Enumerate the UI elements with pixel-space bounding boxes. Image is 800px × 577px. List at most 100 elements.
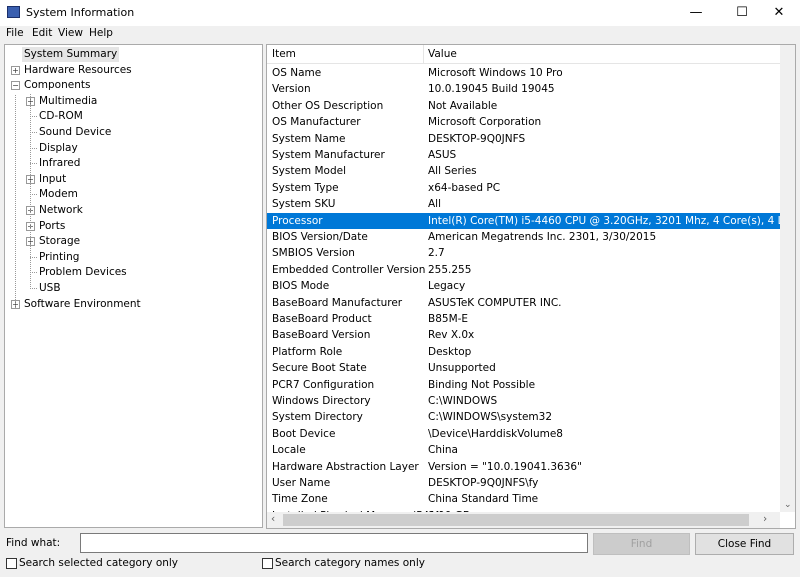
tree-item[interactable]: Problem Devices bbox=[37, 265, 129, 280]
close-find-button[interactable]: Close Find bbox=[695, 533, 794, 555]
tree-item[interactable]: Multimedia bbox=[37, 94, 99, 109]
tree-item[interactable]: Software Environment bbox=[22, 297, 143, 312]
find-what-input[interactable] bbox=[80, 533, 588, 553]
table-row[interactable]: BIOS Mode Legacy bbox=[267, 278, 781, 294]
expand-icon[interactable]: + bbox=[11, 65, 20, 75]
table-row[interactable]: OS Name Microsoft Windows 10 Pro bbox=[267, 65, 781, 81]
scroll-left-icon[interactable]: ‹ bbox=[271, 513, 275, 525]
value-cell: Desktop bbox=[428, 345, 472, 358]
table-row[interactable]: Time Zone China Standard Time bbox=[267, 491, 781, 507]
table-row[interactable]: Hardware Abstraction Layer Version = "10.… bbox=[267, 459, 781, 475]
item-cell: Boot Device bbox=[272, 427, 336, 440]
value-cell: ASUS bbox=[428, 149, 457, 161]
find-what-label: Find what: bbox=[6, 537, 61, 549]
value-cell: \Device\HarddiskVolume8 bbox=[428, 427, 563, 440]
horizontal-scrollbar[interactable]: ‹ › bbox=[267, 512, 780, 528]
table-row[interactable]: Processor Intel(R) Core(TM) i5-4460 CPU @… bbox=[267, 212, 781, 229]
scroll-down-icon[interactable]: ⌄ bbox=[784, 500, 792, 510]
tree-connector bbox=[30, 93, 31, 289]
tree-item[interactable]: Display bbox=[37, 141, 80, 156]
menu-file[interactable]: File bbox=[6, 27, 24, 39]
tree-connector bbox=[30, 194, 37, 196]
value-cell: Intel(R) Core(TM) i5-4460 CPU @ 3.20GHz,… bbox=[428, 214, 781, 227]
category-tree[interactable]: System Summary Hardware Resources + Compone… bbox=[4, 44, 263, 528]
tree-item[interactable]: Modem bbox=[37, 187, 80, 202]
value-cell: Unsupported bbox=[428, 362, 496, 375]
item-cell: BIOS Version/Date bbox=[272, 231, 368, 243]
menu-bar: File Edit View Help bbox=[0, 26, 800, 42]
column-divider[interactable] bbox=[423, 45, 424, 64]
tree-item[interactable]: Network bbox=[37, 203, 85, 218]
search-category-names-checkbox[interactable] bbox=[262, 558, 273, 569]
value-cell: 10.0.19045 Build 19045 bbox=[428, 83, 555, 96]
tree-item[interactable]: CD-ROM bbox=[37, 109, 85, 124]
table-row[interactable]: System Name DESKTOP-9Q0JNFS bbox=[267, 131, 781, 147]
table-row[interactable]: BIOS Version/Date American Megatrends Inc… bbox=[267, 229, 781, 245]
menu-edit[interactable]: Edit bbox=[32, 27, 52, 39]
close-button[interactable]: ✕ bbox=[756, 0, 800, 26]
table-row[interactable]: Boot Device \Device\HarddiskVolume8 bbox=[267, 426, 781, 442]
table-row[interactable]: BaseBoard Version Rev X.0x bbox=[267, 327, 781, 343]
table-row[interactable]: Windows Directory C:\WINDOWS bbox=[267, 393, 781, 409]
table-row[interactable]: User Name DESKTOP-9Q0JNFS\fy bbox=[267, 475, 781, 491]
tree-item[interactable]: Infrared bbox=[37, 156, 82, 171]
table-row[interactable]: System SKU All bbox=[267, 196, 781, 212]
search-selected-category-label[interactable]: Search selected category only bbox=[19, 557, 178, 569]
table-row[interactable]: System Manufacturer ASUS bbox=[267, 147, 781, 163]
tree-connector bbox=[30, 163, 37, 165]
table-row[interactable]: Version 10.0.19045 Build 19045 bbox=[267, 81, 781, 97]
table-row[interactable]: SMBIOS Version 2.7 bbox=[267, 245, 781, 261]
tree-item[interactable]: Storage bbox=[37, 234, 82, 249]
tree-item[interactable]: Printing bbox=[37, 250, 81, 265]
table-row[interactable]: BaseBoard Manufacturer ASUSTeK COMPUTER I… bbox=[267, 295, 781, 311]
table-row[interactable]: Platform Role Desktop bbox=[267, 344, 781, 360]
tree-item[interactable]: Hardware Resources bbox=[22, 63, 134, 78]
search-selected-category-checkbox[interactable] bbox=[6, 558, 17, 569]
vertical-scrollbar[interactable]: ⌄ bbox=[780, 45, 795, 512]
tree-item[interactable]: USB bbox=[37, 281, 63, 296]
item-cell: Platform Role bbox=[272, 345, 343, 358]
item-cell: System Type bbox=[272, 181, 339, 194]
value-cell: Binding Not Possible bbox=[428, 378, 536, 391]
tree-item[interactable]: Input bbox=[37, 172, 68, 187]
table-row[interactable]: Locale China bbox=[267, 442, 781, 458]
column-header-value[interactable]: Value bbox=[428, 48, 457, 60]
minimize-button[interactable]: — bbox=[673, 0, 719, 26]
tree-item[interactable]: System Summary bbox=[22, 47, 120, 62]
scroll-right-icon[interactable]: › bbox=[763, 513, 767, 525]
item-cell: System Name bbox=[272, 132, 346, 145]
value-cell: 2.7 bbox=[428, 247, 445, 260]
item-cell: Hardware Abstraction Layer bbox=[272, 460, 419, 473]
item-cell: Secure Boot State bbox=[272, 362, 367, 375]
tree-connector bbox=[30, 132, 37, 133]
system-information-app-icon bbox=[7, 6, 20, 18]
value-cell: B85M-E bbox=[428, 313, 469, 325]
value-cell: All bbox=[428, 198, 442, 211]
tree-connector bbox=[30, 116, 37, 118]
search-category-names-label[interactable]: Search category names only bbox=[275, 557, 425, 569]
tree-item[interactable]: Ports bbox=[37, 219, 67, 234]
column-header-item[interactable]: Item bbox=[272, 48, 296, 60]
table-row[interactable]: Other OS Description Not Available bbox=[267, 98, 781, 114]
table-row[interactable]: System Type x64-based PC bbox=[267, 180, 781, 196]
find-button[interactable]: Find bbox=[593, 533, 690, 555]
value-cell: Microsoft Corporation bbox=[428, 116, 542, 129]
table-row[interactable]: BaseBoard Product B85M-E bbox=[267, 311, 781, 327]
collapse-icon[interactable]: − bbox=[11, 81, 20, 91]
table-row[interactable]: Secure Boot State Unsupported bbox=[267, 360, 781, 376]
table-row[interactable]: OS Manufacturer Microsoft Corporation bbox=[267, 114, 781, 130]
menu-help[interactable]: Help bbox=[89, 27, 113, 39]
tree-item[interactable]: Components bbox=[22, 78, 92, 93]
details-list[interactable]: Item Value OS Name Microsoft Windows 10 P… bbox=[266, 44, 796, 529]
table-row[interactable]: PCR7 Configuration Binding Not Possible bbox=[267, 377, 781, 393]
table-row[interactable]: System Model All Series bbox=[267, 163, 781, 179]
tree-connector bbox=[30, 147, 37, 149]
value-cell: Microsoft Windows 10 Pro bbox=[428, 67, 563, 79]
item-cell: Version bbox=[272, 83, 311, 96]
menu-view[interactable]: View bbox=[58, 27, 83, 39]
horizontal-scroll-thumb[interactable] bbox=[283, 514, 749, 526]
table-row[interactable]: System Directory C:\WINDOWS\system32 bbox=[267, 409, 781, 425]
value-cell: Legacy bbox=[428, 280, 466, 293]
tree-item[interactable]: Sound Device bbox=[37, 125, 113, 140]
table-row[interactable]: Embedded Controller Version 255.255 bbox=[267, 262, 781, 278]
